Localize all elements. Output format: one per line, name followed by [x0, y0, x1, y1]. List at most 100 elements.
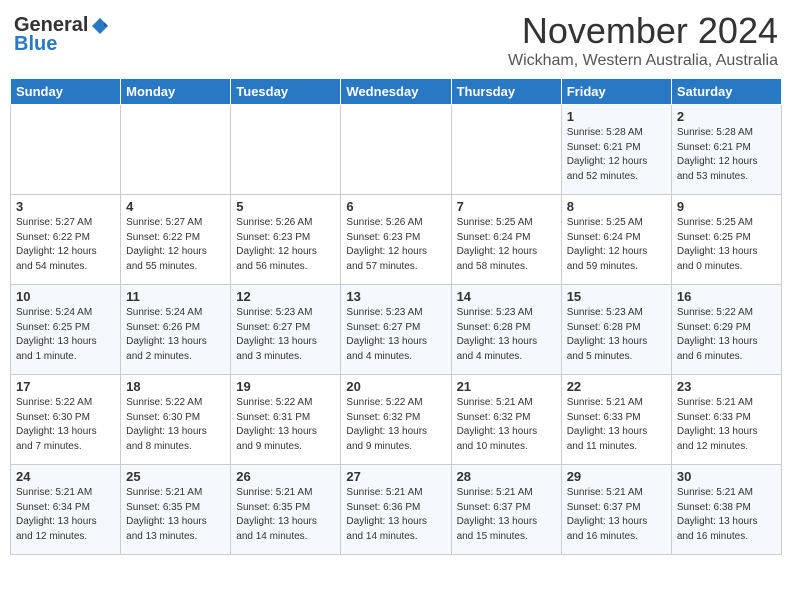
day-number: 21 [457, 379, 556, 394]
day-number: 6 [346, 199, 445, 214]
day-cell: 23 Sunrise: 5:21 AM Sunset: 6:33 PM Dayli… [671, 375, 781, 465]
logo-icon [90, 16, 110, 36]
day-number: 8 [567, 199, 666, 214]
day-info: Sunrise: 5:24 AM Sunset: 6:25 PM Dayligh… [16, 306, 115, 364]
month-title: November 2024 [508, 10, 778, 52]
day-number: 14 [457, 289, 556, 304]
day-cell: 14 Sunrise: 5:23 AM Sunset: 6:28 PM Dayli… [451, 285, 561, 375]
day-info: Sunrise: 5:22 AM Sunset: 6:29 PM Dayligh… [677, 306, 776, 364]
col-header-sunday: Sunday [11, 79, 121, 105]
day-info: Sunrise: 5:28 AM Sunset: 6:21 PM Dayligh… [677, 126, 776, 184]
day-cell: 2 Sunrise: 5:28 AM Sunset: 6:21 PM Daylig… [671, 105, 781, 195]
day-info: Sunrise: 5:25 AM Sunset: 6:24 PM Dayligh… [457, 216, 556, 274]
day-number: 17 [16, 379, 115, 394]
day-info: Sunrise: 5:23 AM Sunset: 6:27 PM Dayligh… [346, 306, 445, 364]
day-info: Sunrise: 5:21 AM Sunset: 6:33 PM Dayligh… [567, 396, 666, 454]
day-cell: 5 Sunrise: 5:26 AM Sunset: 6:23 PM Daylig… [231, 195, 341, 285]
col-header-thursday: Thursday [451, 79, 561, 105]
day-number: 30 [677, 469, 776, 484]
day-cell: 10 Sunrise: 5:24 AM Sunset: 6:25 PM Dayli… [11, 285, 121, 375]
day-cell: 25 Sunrise: 5:21 AM Sunset: 6:35 PM Dayli… [121, 465, 231, 555]
day-number: 5 [236, 199, 335, 214]
day-cell [231, 105, 341, 195]
day-info: Sunrise: 5:27 AM Sunset: 6:22 PM Dayligh… [126, 216, 225, 274]
day-cell: 17 Sunrise: 5:22 AM Sunset: 6:30 PM Dayli… [11, 375, 121, 465]
day-number: 27 [346, 469, 445, 484]
day-info: Sunrise: 5:21 AM Sunset: 6:32 PM Dayligh… [457, 396, 556, 454]
day-number: 7 [457, 199, 556, 214]
day-info: Sunrise: 5:22 AM Sunset: 6:30 PM Dayligh… [16, 396, 115, 454]
day-cell: 21 Sunrise: 5:21 AM Sunset: 6:32 PM Dayli… [451, 375, 561, 465]
day-cell: 15 Sunrise: 5:23 AM Sunset: 6:28 PM Dayli… [561, 285, 671, 375]
day-info: Sunrise: 5:22 AM Sunset: 6:30 PM Dayligh… [126, 396, 225, 454]
day-info: Sunrise: 5:22 AM Sunset: 6:32 PM Dayligh… [346, 396, 445, 454]
day-cell: 26Sunrise: 5:21 AM Sunset: 6:35 PM Dayli… [231, 465, 341, 555]
day-number: 15 [567, 289, 666, 304]
day-info: Sunrise: 5:26 AM Sunset: 6:23 PM Dayligh… [346, 216, 445, 274]
col-header-wednesday: Wednesday [341, 79, 451, 105]
day-info: Sunrise: 5:24 AM Sunset: 6:26 PM Dayligh… [126, 306, 225, 364]
day-cell: 13 Sunrise: 5:23 AM Sunset: 6:27 PM Dayli… [341, 285, 451, 375]
week-row-3: 10 Sunrise: 5:24 AM Sunset: 6:25 PM Dayli… [11, 285, 782, 375]
day-cell: 6 Sunrise: 5:26 AM Sunset: 6:23 PM Daylig… [341, 195, 451, 285]
day-cell [341, 105, 451, 195]
day-cell: 11Sunrise: 5:24 AM Sunset: 6:26 PM Dayli… [121, 285, 231, 375]
logo: General Blue [14, 14, 110, 56]
location: Wickham, Western Australia, Australia [508, 52, 778, 70]
day-number: 12 [236, 289, 335, 304]
day-info: Sunrise: 5:25 AM Sunset: 6:24 PM Dayligh… [567, 216, 666, 274]
day-info: Sunrise: 5:21 AM Sunset: 6:37 PM Dayligh… [567, 486, 666, 544]
day-cell: 29 Sunrise: 5:21 AM Sunset: 6:37 PM Dayli… [561, 465, 671, 555]
day-cell [121, 105, 231, 195]
calendar-table: SundayMondayTuesdayWednesdayThursdayFrid… [10, 78, 782, 555]
title-block: November 2024 Wickham, Western Australia… [508, 10, 778, 70]
day-number: 13 [346, 289, 445, 304]
day-cell [11, 105, 121, 195]
day-cell: 27Sunrise: 5:21 AM Sunset: 6:36 PM Dayli… [341, 465, 451, 555]
day-cell: 22 Sunrise: 5:21 AM Sunset: 6:33 PM Dayli… [561, 375, 671, 465]
day-info: Sunrise: 5:21 AM Sunset: 6:34 PM Dayligh… [16, 486, 115, 544]
day-info: Sunrise: 5:21 AM Sunset: 6:35 PM Dayligh… [126, 486, 225, 544]
day-number: 10 [16, 289, 115, 304]
day-info: Sunrise: 5:21 AM Sunset: 6:33 PM Dayligh… [677, 396, 776, 454]
day-cell: 3Sunrise: 5:27 AM Sunset: 6:22 PM Daylig… [11, 195, 121, 285]
day-number: 23 [677, 379, 776, 394]
day-number: 26 [236, 469, 335, 484]
page-header: General Blue November 2024 Wickham, West… [10, 10, 782, 70]
day-info: Sunrise: 5:22 AM Sunset: 6:31 PM Dayligh… [236, 396, 335, 454]
week-row-4: 17 Sunrise: 5:22 AM Sunset: 6:30 PM Dayli… [11, 375, 782, 465]
col-header-friday: Friday [561, 79, 671, 105]
week-row-1: 1Sunrise: 5:28 AM Sunset: 6:21 PM Daylig… [11, 105, 782, 195]
day-cell: 12Sunrise: 5:23 AM Sunset: 6:27 PM Dayli… [231, 285, 341, 375]
day-number: 22 [567, 379, 666, 394]
day-info: Sunrise: 5:21 AM Sunset: 6:37 PM Dayligh… [457, 486, 556, 544]
col-header-tuesday: Tuesday [231, 79, 341, 105]
week-row-5: 24 Sunrise: 5:21 AM Sunset: 6:34 PM Dayli… [11, 465, 782, 555]
day-cell: 19 Sunrise: 5:22 AM Sunset: 6:31 PM Dayli… [231, 375, 341, 465]
col-header-monday: Monday [121, 79, 231, 105]
week-row-2: 3Sunrise: 5:27 AM Sunset: 6:22 PM Daylig… [11, 195, 782, 285]
day-number: 24 [16, 469, 115, 484]
day-number: 4 [126, 199, 225, 214]
day-cell: 9Sunrise: 5:25 AM Sunset: 6:25 PM Daylig… [671, 195, 781, 285]
day-info: Sunrise: 5:26 AM Sunset: 6:23 PM Dayligh… [236, 216, 335, 274]
day-cell: 7 Sunrise: 5:25 AM Sunset: 6:24 PM Daylig… [451, 195, 561, 285]
day-cell: 4 Sunrise: 5:27 AM Sunset: 6:22 PM Daylig… [121, 195, 231, 285]
day-info: Sunrise: 5:28 AM Sunset: 6:21 PM Dayligh… [567, 126, 666, 184]
day-number: 16 [677, 289, 776, 304]
day-number: 29 [567, 469, 666, 484]
day-cell: 20 Sunrise: 5:22 AM Sunset: 6:32 PM Dayli… [341, 375, 451, 465]
day-number: 28 [457, 469, 556, 484]
day-number: 25 [126, 469, 225, 484]
logo-blue-text: Blue [14, 33, 57, 56]
day-info: Sunrise: 5:27 AM Sunset: 6:22 PM Dayligh… [16, 216, 115, 274]
day-info: Sunrise: 5:21 AM Sunset: 6:38 PM Dayligh… [677, 486, 776, 544]
day-cell: 16 Sunrise: 5:22 AM Sunset: 6:29 PM Dayli… [671, 285, 781, 375]
day-cell: 8 Sunrise: 5:25 AM Sunset: 6:24 PM Daylig… [561, 195, 671, 285]
day-number: 20 [346, 379, 445, 394]
day-number: 19 [236, 379, 335, 394]
day-info: Sunrise: 5:23 AM Sunset: 6:28 PM Dayligh… [567, 306, 666, 364]
day-number: 2 [677, 109, 776, 124]
day-info: Sunrise: 5:23 AM Sunset: 6:28 PM Dayligh… [457, 306, 556, 364]
day-cell: 28 Sunrise: 5:21 AM Sunset: 6:37 PM Dayli… [451, 465, 561, 555]
